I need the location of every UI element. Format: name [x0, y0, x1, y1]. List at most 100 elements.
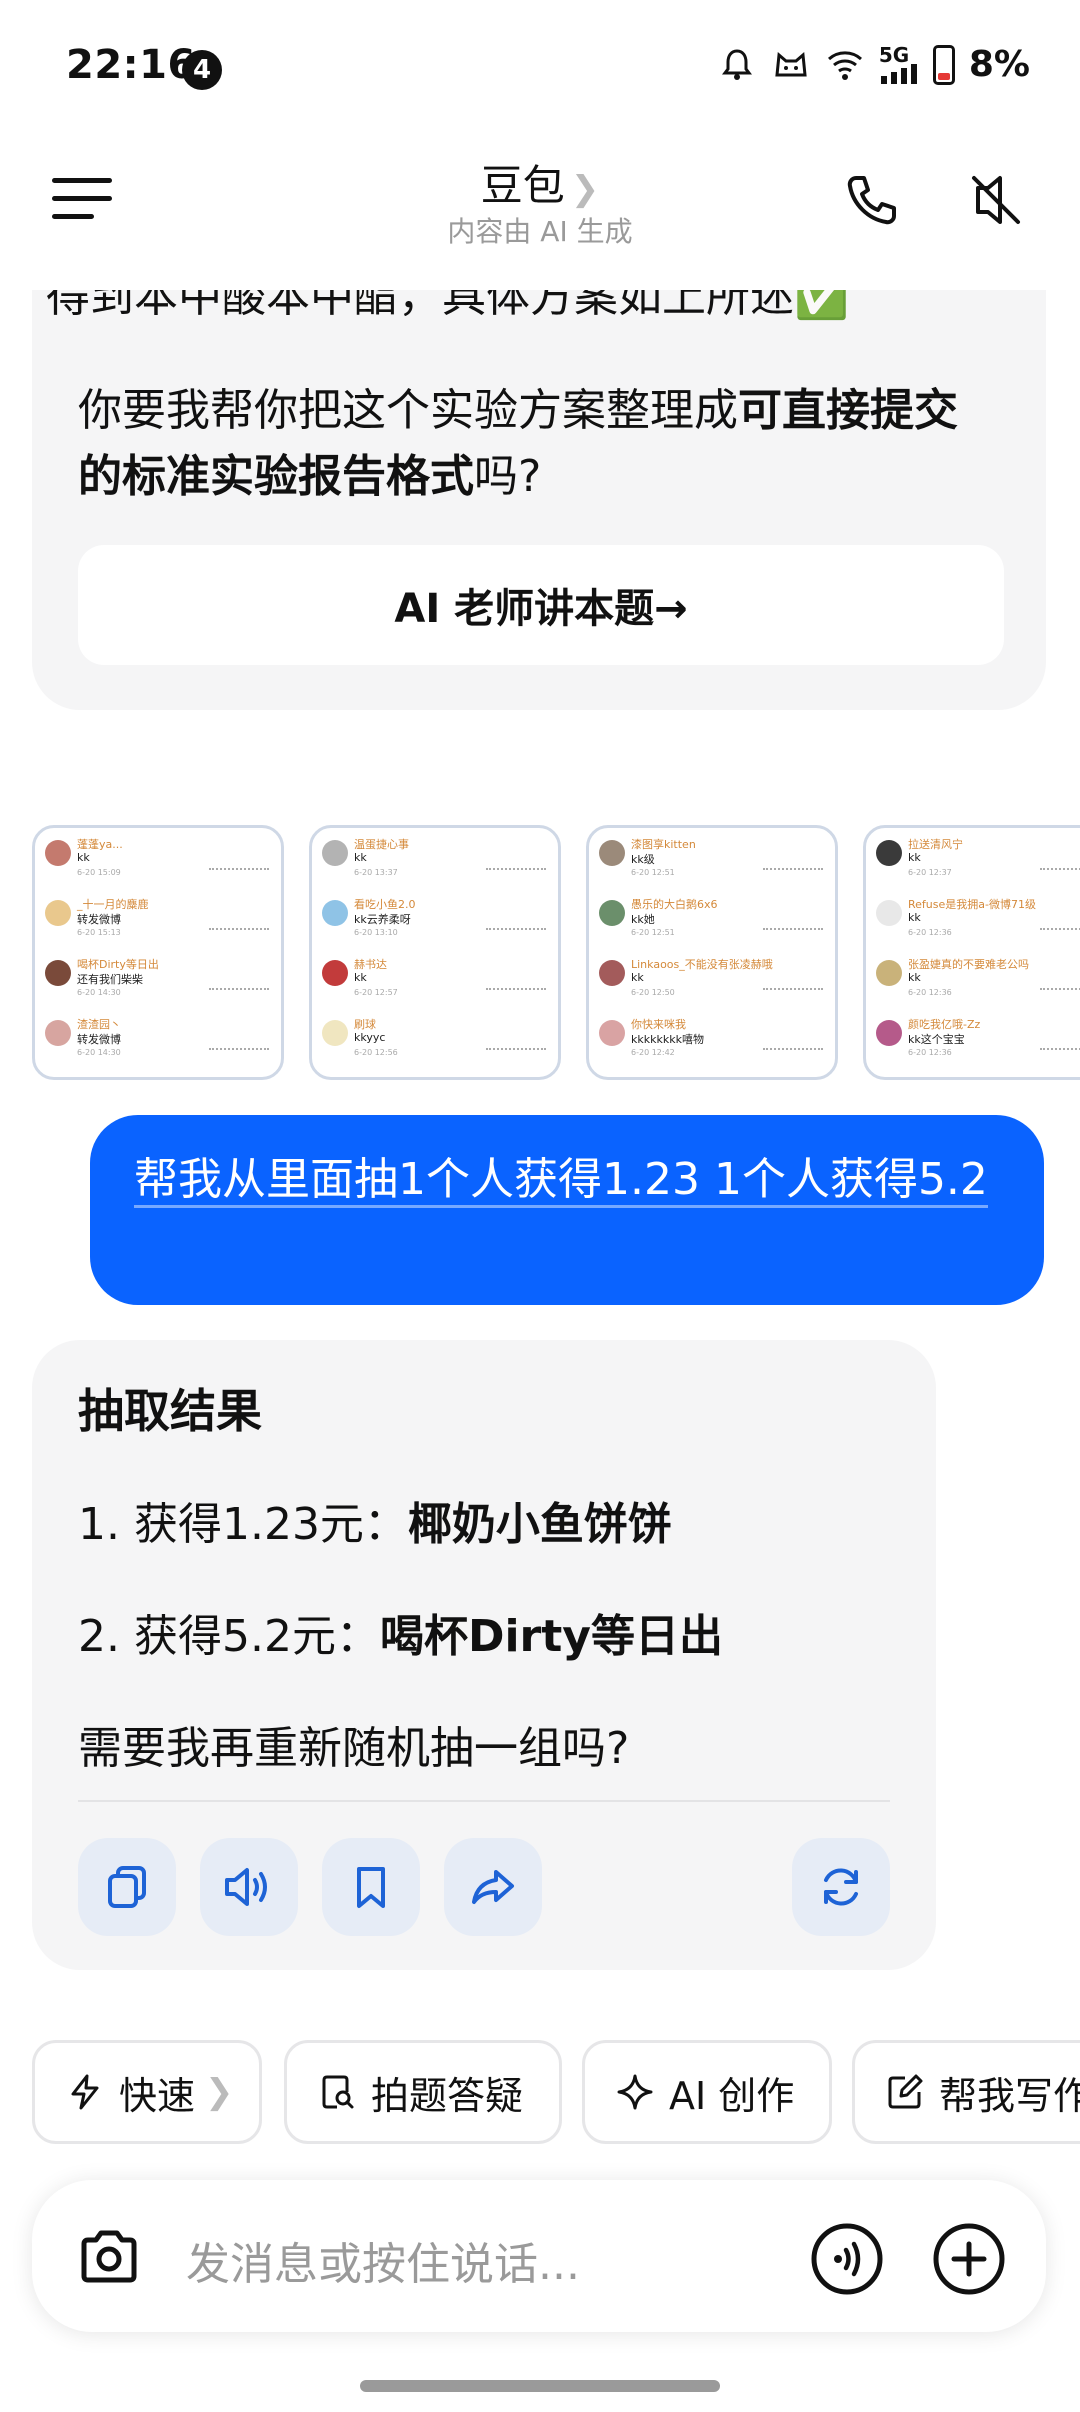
comment-date: 6-20 12:51: [631, 928, 675, 937]
bookmark-button[interactable]: [322, 1838, 420, 1936]
avatar: [322, 900, 348, 926]
comment-date: 6-20 14:30: [77, 1048, 121, 1057]
screenshot-thumbnail[interactable]: 漆图享kitten kk级 6-20 12:51 愚乐的大白鹅6x6 kk她 6-20 1…: [586, 825, 838, 1080]
screenshot-thumbnail[interactable]: 蓬蓬ya... kk 6-20 15:09 _十一月的麋鹿 转发微博 6-20 15:13…: [32, 825, 284, 1080]
comment-date: 6-20 13:37: [354, 868, 398, 877]
comment-row: 你快来咪我 kkkkkkkk嘻物 6-20 12:42: [599, 1016, 827, 1066]
share-button[interactable]: [444, 1838, 542, 1936]
chip-fast-label: 快速: [119, 2073, 196, 2118]
ai-teacher-button[interactable]: AI 老师讲本题→: [78, 545, 1004, 665]
comment-actions: [486, 988, 546, 998]
screenshot-thumbnail[interactable]: 温蛋捷心事 kk 6-20 13:37 看吃小鱼2.0 kk云养柔呀 6-20 13:10…: [309, 825, 561, 1080]
comment-text: kk: [77, 851, 90, 864]
comment-actions: [1040, 928, 1080, 938]
comment-text: kkkkkkkk嘻物: [631, 1033, 704, 1046]
avatar: [876, 900, 902, 926]
speaker-mute-icon[interactable]: [966, 170, 1026, 230]
comment-author: 张盈婕真的不要难老公吗: [908, 958, 1029, 971]
screenshot-thumbnail[interactable]: 拉送清风宁 kk 6-20 12:37 Refuse是我拥a-微博71级 kk 6-20 …: [863, 825, 1080, 1080]
comment-text: kk: [908, 911, 921, 924]
comment-actions: [486, 928, 546, 938]
result-line-2-prefix: 2. 获得5.2元：: [78, 1611, 380, 1662]
photo-search-icon: [322, 2075, 354, 2109]
share-icon: [472, 1870, 514, 1904]
comment-author: Refuse是我拥a-微博71级: [908, 898, 1036, 911]
comment-date: 6-20 12:42: [631, 1048, 675, 1057]
chat-title[interactable]: 豆包 ❯: [0, 152, 1080, 213]
comment-row: 喝杯Dirty等日出 还有我们柴柴 6-20 14:30: [45, 956, 273, 1006]
comment-author: 你快来咪我: [631, 1018, 686, 1031]
user-message-text[interactable]: 帮我从里面抽1个人获得1.23 1个人获得5.2: [134, 1148, 994, 1212]
chip-help-write-label: 帮我写作: [939, 2073, 1080, 2118]
comment-date: 6-20 15:09: [77, 868, 121, 877]
comment-date: 6-20 12:36: [908, 988, 952, 997]
battery-percent: 8%: [968, 44, 1030, 85]
regenerate-icon: [824, 1868, 858, 1906]
comment-text: 还有我们柴柴: [77, 973, 143, 986]
avatar: [599, 960, 625, 986]
notification-count-badge: 4: [182, 50, 222, 90]
camera-icon[interactable]: [74, 2222, 144, 2292]
ai-message-paragraph: 你要我帮你把这个实验方案整理成可直接提交的标准实验报告格式吗?: [78, 378, 998, 510]
read-aloud-button[interactable]: [200, 1838, 298, 1936]
comment-actions: [763, 988, 823, 998]
comment-actions: [486, 1048, 546, 1058]
comment-author: 喝杯Dirty等日出: [77, 958, 159, 971]
chat-title-text: 豆包: [480, 161, 565, 210]
comment-actions: [1040, 1048, 1080, 1058]
comment-date: 6-20 13:10: [354, 928, 398, 937]
comment-text: kk云养柔呀: [354, 913, 411, 926]
comment-text: kk: [354, 851, 367, 864]
result-title: 抽取结果: [78, 1384, 262, 1438]
comment-author: Linkaoos_不能没有张凌赫哦: [631, 958, 773, 971]
comment-row: 蓬蓬ya... kk 6-20 15:09: [45, 836, 273, 886]
regenerate-button[interactable]: [792, 1838, 890, 1936]
comment-row: 拉送清风宁 kk 6-20 12:37: [876, 836, 1080, 886]
comment-text: kk: [908, 851, 921, 864]
copy-button[interactable]: [78, 1838, 176, 1936]
wifi-icon: [827, 50, 862, 80]
chip-fast[interactable]: 快速 ❯: [32, 2040, 262, 2144]
avatar: [45, 840, 71, 866]
paragraph-suffix: 吗?: [474, 451, 542, 502]
attached-screenshots: 蓬蓬ya... kk 6-20 15:09 _十一月的麋鹿 转发微博 6-20 15:13…: [32, 825, 1080, 1085]
comment-text: kk这个宝宝: [908, 1033, 965, 1046]
chat-subtitle: 内容由 AI 生成: [447, 215, 633, 248]
comment-author: 看吃小鱼2.0: [354, 898, 416, 911]
result-question: 需要我再重新随机抽一组吗?: [78, 1723, 630, 1774]
result-line-2-winner: 喝杯Dirty等日出: [379, 1611, 723, 1662]
comment-date: 6-20 12:50: [631, 988, 675, 997]
comment-row: _十一月的麋鹿 转发微博 6-20 15:13: [45, 896, 273, 946]
message-input[interactable]: 发消息或按住说话...: [186, 2228, 580, 2292]
comment-date: 6-20 12:57: [354, 988, 398, 997]
avatar: [876, 1020, 902, 1046]
speaker-icon: [225, 1868, 267, 1906]
user-message-content: 帮我从里面抽1个人获得1.23 1个人获得5.2: [134, 1154, 988, 1208]
comment-actions: [1040, 988, 1080, 998]
voice-input-icon[interactable]: [810, 2222, 884, 2296]
status-time: 22:16: [66, 42, 196, 88]
avatar: [876, 960, 902, 986]
comment-date: 6-20 15:13: [77, 928, 121, 937]
bookmark-icon: [357, 1867, 385, 1908]
comment-text: kk: [908, 971, 921, 984]
comment-text: kkyyc: [354, 1031, 386, 1044]
comment-actions: [209, 928, 269, 938]
comment-author: 拉送清风宁: [908, 838, 963, 851]
bell-icon: [721, 48, 752, 80]
comment-text: kk: [631, 971, 644, 984]
chevron-right-icon: ❯: [570, 169, 600, 209]
chip-photo-question[interactable]: 拍题答疑: [284, 2040, 562, 2144]
avatar: [599, 840, 625, 866]
comment-text: 转发微博: [77, 1033, 121, 1046]
result-line-2: 2. 获得5.2元：喝杯Dirty等日出: [78, 1600, 723, 1664]
comment-text: kk她: [631, 913, 655, 926]
chip-ai-create[interactable]: AI 创作: [582, 2040, 832, 2144]
lightning-icon: [71, 2074, 99, 2110]
chip-help-write[interactable]: 帮我写作: [852, 2040, 1080, 2144]
comment-actions: [209, 988, 269, 998]
copy-icon: [108, 1866, 146, 1908]
phone-call-icon[interactable]: [842, 170, 902, 230]
comment-author: 颜吃我亿哦-Zz: [908, 1018, 981, 1031]
add-attachment-icon[interactable]: [932, 2222, 1006, 2296]
